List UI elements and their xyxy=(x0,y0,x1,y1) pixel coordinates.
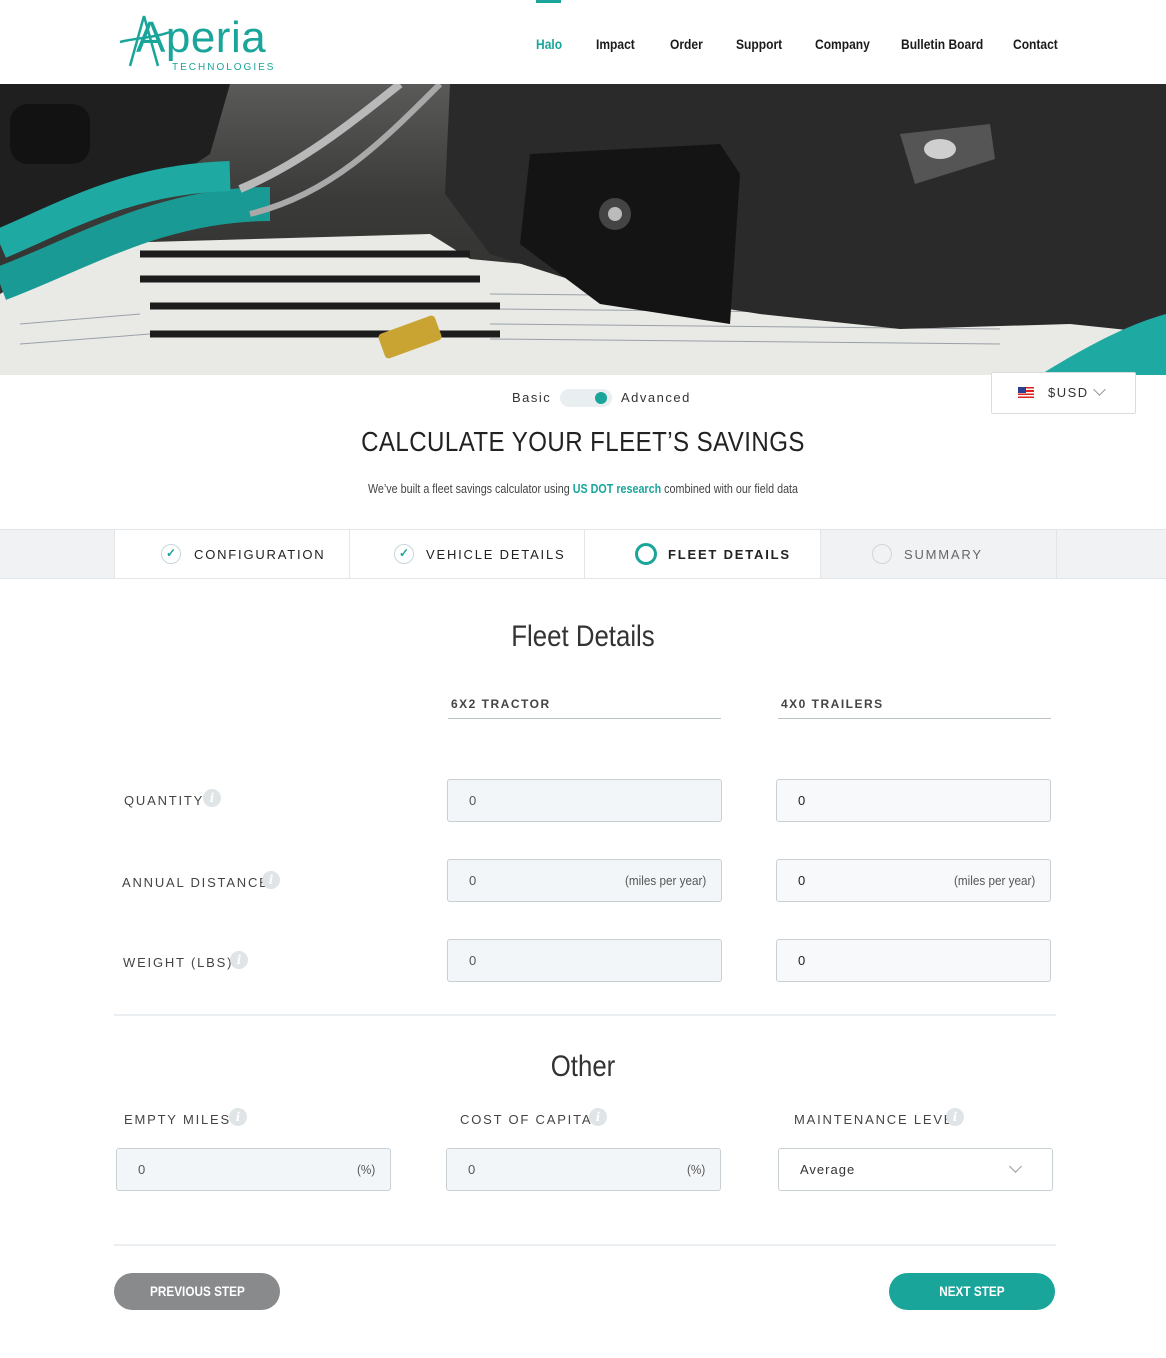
unit-label: (%) xyxy=(686,1162,705,1177)
chevron-down-icon xyxy=(1093,383,1106,396)
site-header: Aperia TECHNOLOGIES Halo Impact Order Su… xyxy=(0,0,1166,84)
step-configuration[interactable]: ✓ CONFIGURATION xyxy=(114,529,350,579)
field-value: 0 xyxy=(469,873,477,888)
logo-subtitle: TECHNOLOGIES xyxy=(172,62,276,73)
step-fleet-details[interactable]: FLEET DETAILS xyxy=(585,529,821,579)
unit-label: (miles per year) xyxy=(953,873,1035,888)
us-flag-icon xyxy=(1018,387,1034,398)
subtitle-pre: We’ve built a fleet savings calculator u… xyxy=(367,482,573,496)
info-icon[interactable]: i xyxy=(262,871,280,889)
fleet-details-title: Fleet Details xyxy=(511,620,655,653)
nav-support[interactable]: Support xyxy=(736,36,782,52)
nav-impact[interactable]: Impact xyxy=(596,36,635,52)
trailer-quantity-input[interactable]: 0 xyxy=(776,779,1051,822)
column-header-trailers: 4X0 TRAILERS xyxy=(778,697,1051,719)
hero-image xyxy=(0,84,1166,375)
toggle-knob xyxy=(595,392,607,404)
current-step-icon xyxy=(635,543,657,565)
next-step-button[interactable]: NEXT STEP xyxy=(889,1273,1055,1310)
info-icon[interactable]: i xyxy=(229,1108,247,1126)
maintenance-level-label: MAINTENANCE LEVEL xyxy=(794,1112,964,1127)
field-value: 0 xyxy=(138,1162,146,1177)
currency-select[interactable]: $USD xyxy=(991,372,1136,414)
mode-basic-label[interactable]: Basic xyxy=(512,390,551,405)
cost-of-capital-input[interactable]: 0 (%) xyxy=(446,1148,721,1191)
section-divider xyxy=(114,1244,1056,1246)
subtitle-post: combined with our field data xyxy=(661,482,799,496)
field-value: 0 xyxy=(469,793,477,808)
field-value: 0 xyxy=(468,1162,476,1177)
unit-label: (%) xyxy=(356,1162,375,1177)
tractor-weight-input[interactable]: 0 xyxy=(447,939,722,982)
page-title: CALCULATE YOUR FLEET’S SAVINGS xyxy=(361,426,805,457)
button-label: NEXT STEP xyxy=(939,1283,1005,1299)
trailer-weight-input[interactable]: 0 xyxy=(776,939,1051,982)
currency-label: $USD xyxy=(1048,385,1089,400)
chevron-down-icon xyxy=(1009,1160,1022,1173)
tractor-annual-distance-input[interactable]: 0 (miles per year) xyxy=(447,859,722,902)
nav-company[interactable]: Company xyxy=(815,36,870,52)
nav-active-indicator xyxy=(536,0,561,3)
info-icon[interactable]: i xyxy=(589,1108,607,1126)
check-icon: ✓ xyxy=(161,544,181,564)
mode-advanced-label[interactable]: Advanced xyxy=(621,390,691,405)
empty-step-icon xyxy=(872,544,892,564)
info-icon[interactable]: i xyxy=(946,1108,964,1126)
step-label: SUMMARY xyxy=(904,547,983,562)
info-icon[interactable]: i xyxy=(203,789,221,807)
field-value: 0 xyxy=(798,953,806,968)
hero-photo-icon xyxy=(0,84,1166,375)
quantity-label: QUANTITY xyxy=(124,793,205,808)
step-label: VEHICLE DETAILS xyxy=(426,547,566,562)
cost-of-capital-label: COST OF CAPITAL xyxy=(460,1112,602,1127)
step-label: FLEET DETAILS xyxy=(668,547,791,562)
maintenance-level-select[interactable]: Average xyxy=(778,1148,1053,1191)
annual-distance-label: ANNUAL DISTANCE xyxy=(122,875,270,890)
unit-label: (miles per year) xyxy=(624,873,706,888)
step-summary[interactable]: SUMMARY xyxy=(821,529,1057,579)
field-value: 0 xyxy=(469,953,477,968)
weight-label: WEIGHT (LBS) xyxy=(123,955,234,970)
section-divider xyxy=(114,1014,1056,1016)
trailer-annual-distance-input[interactable]: 0 (miles per year) xyxy=(776,859,1051,902)
check-icon: ✓ xyxy=(394,544,414,564)
nav-halo[interactable]: Halo xyxy=(536,36,562,52)
select-value: Average xyxy=(800,1162,856,1177)
nav-bulletin-board[interactable]: Bulletin Board xyxy=(901,36,983,52)
tractor-quantity-input[interactable]: 0 xyxy=(447,779,722,822)
empty-miles-input[interactable]: 0 (%) xyxy=(116,1148,391,1191)
nav-order[interactable]: Order xyxy=(670,36,703,52)
previous-step-button[interactable]: PREVIOUS STEP xyxy=(114,1273,280,1310)
logo-wordmark: Aperia xyxy=(136,13,267,62)
nav-contact[interactable]: Contact xyxy=(1013,36,1058,52)
button-label: PREVIOUS STEP xyxy=(149,1283,245,1299)
field-value: 0 xyxy=(798,873,806,888)
info-icon[interactable]: i xyxy=(230,951,248,969)
field-value: 0 xyxy=(798,793,806,808)
page-subtitle: We’ve built a fleet savings calculator u… xyxy=(82,482,1085,496)
us-dot-research-link[interactable]: US DOT research xyxy=(573,482,661,496)
aperia-logo[interactable]: Aperia TECHNOLOGIES xyxy=(114,10,274,76)
other-title: Other xyxy=(550,1050,616,1083)
empty-miles-label: EMPTY MILES xyxy=(124,1112,231,1127)
mode-toggle[interactable] xyxy=(560,389,612,407)
column-header-tractor: 6X2 TRACTOR xyxy=(448,697,721,719)
step-label: CONFIGURATION xyxy=(194,547,326,562)
step-vehicle-details[interactable]: ✓ VEHICLE DETAILS xyxy=(350,529,585,579)
